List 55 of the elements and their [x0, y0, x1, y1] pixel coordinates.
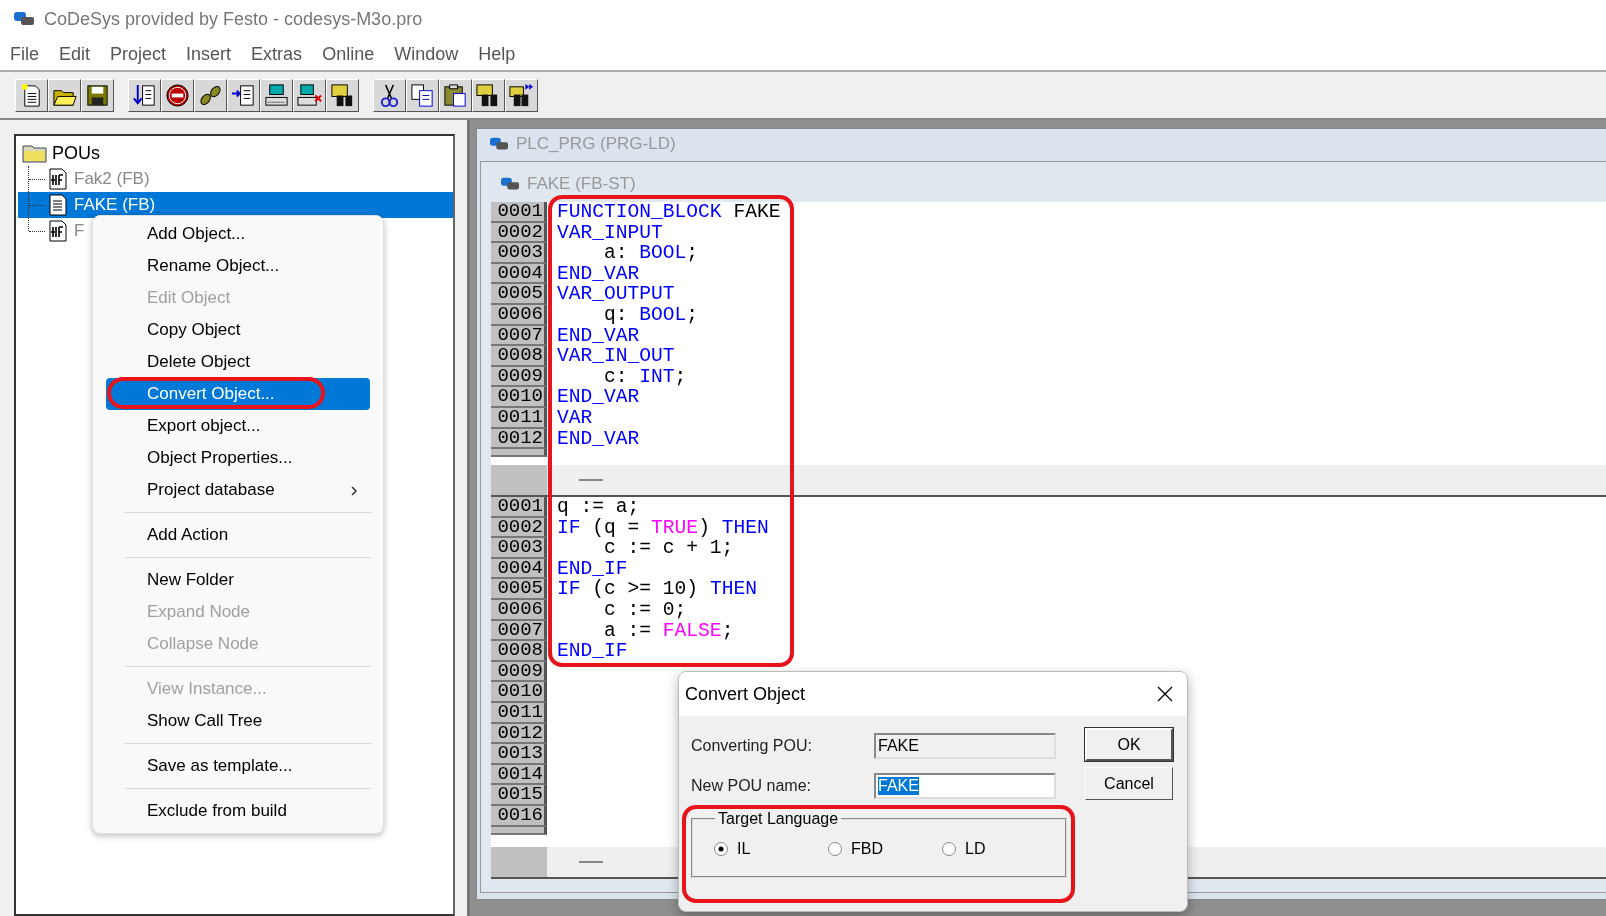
line-number: 0007 — [491, 620, 547, 642]
code-line: q := a; — [556, 497, 640, 518]
code-line: c := 0; — [603, 599, 687, 621]
line-number: 0011 — [491, 407, 547, 429]
line-number: 0010 — [491, 387, 547, 408]
line-number: 0011 — [491, 702, 547, 724]
line-number: 0004 — [491, 263, 547, 285]
line-number: 0014 — [491, 764, 547, 786]
code-line: END_VAR — [556, 325, 640, 347]
line-number: 0008 — [491, 346, 547, 367]
line-number: 0008 — [491, 641, 547, 662]
group-label: Target Language — [717, 810, 840, 828]
code-line: FUNCTION_BLOCK FAKE — [556, 202, 781, 223]
code-line: a := FALSE; — [603, 620, 734, 642]
line-number: 0015 — [491, 785, 547, 806]
code-line: VAR — [556, 407, 593, 429]
field-label: New POU name: — [691, 777, 813, 795]
line-number: 0007 — [491, 325, 547, 347]
line-number: 0001 — [491, 202, 547, 223]
code-line: END_VAR — [556, 428, 640, 450]
line-number: 0006 — [491, 599, 547, 621]
code-line: VAR_INPUT — [556, 222, 663, 244]
code-line: IF (c >= 10) THEN — [556, 579, 757, 600]
window-title: FAKE (FB-ST) — [527, 174, 636, 194]
line-number: 0012 — [491, 428, 547, 450]
line-number: 0002 — [491, 517, 547, 539]
line-number: 0002 — [491, 222, 547, 244]
line-number: 0003 — [491, 243, 547, 264]
code-line: q: BOOL; — [603, 304, 699, 326]
code-line: END_IF — [556, 558, 628, 580]
line-number: 0009 — [491, 661, 547, 683]
code-line: c := c + 1; — [603, 538, 734, 559]
window-title: CoDeSys provided by Festo - codesys-M3o.pro — [44, 8, 423, 30]
code-line: IF (q = TRUE) THEN — [556, 517, 769, 539]
dialog-title: Convert Object — [685, 683, 806, 705]
line-number: 0012 — [491, 723, 547, 745]
line-number: 0003 — [491, 538, 547, 559]
line-number: 0009 — [491, 366, 547, 388]
code-line: VAR_IN_OUT — [556, 346, 675, 367]
line-number: 0005 — [491, 284, 547, 305]
line-number: 0006 — [491, 304, 547, 326]
code-line: END_VAR — [556, 263, 640, 285]
window-title: PLC_PRG (PRG-LD) — [516, 134, 676, 154]
line-number: 0001 — [491, 497, 547, 518]
code-line: END_IF — [556, 641, 628, 662]
line-number: 0004 — [491, 558, 547, 580]
code-line: c: INT; — [603, 366, 687, 388]
line-number: 0005 — [491, 579, 547, 600]
line-number: 0010 — [491, 682, 547, 703]
line-number: 0013 — [491, 744, 547, 765]
line-number: 0016 — [491, 805, 547, 827]
code-line: VAR_OUTPUT — [556, 284, 675, 305]
code-line: END_VAR — [556, 387, 640, 408]
code-line: a: BOOL; — [603, 243, 699, 264]
field-label: Converting POU: — [691, 737, 813, 755]
